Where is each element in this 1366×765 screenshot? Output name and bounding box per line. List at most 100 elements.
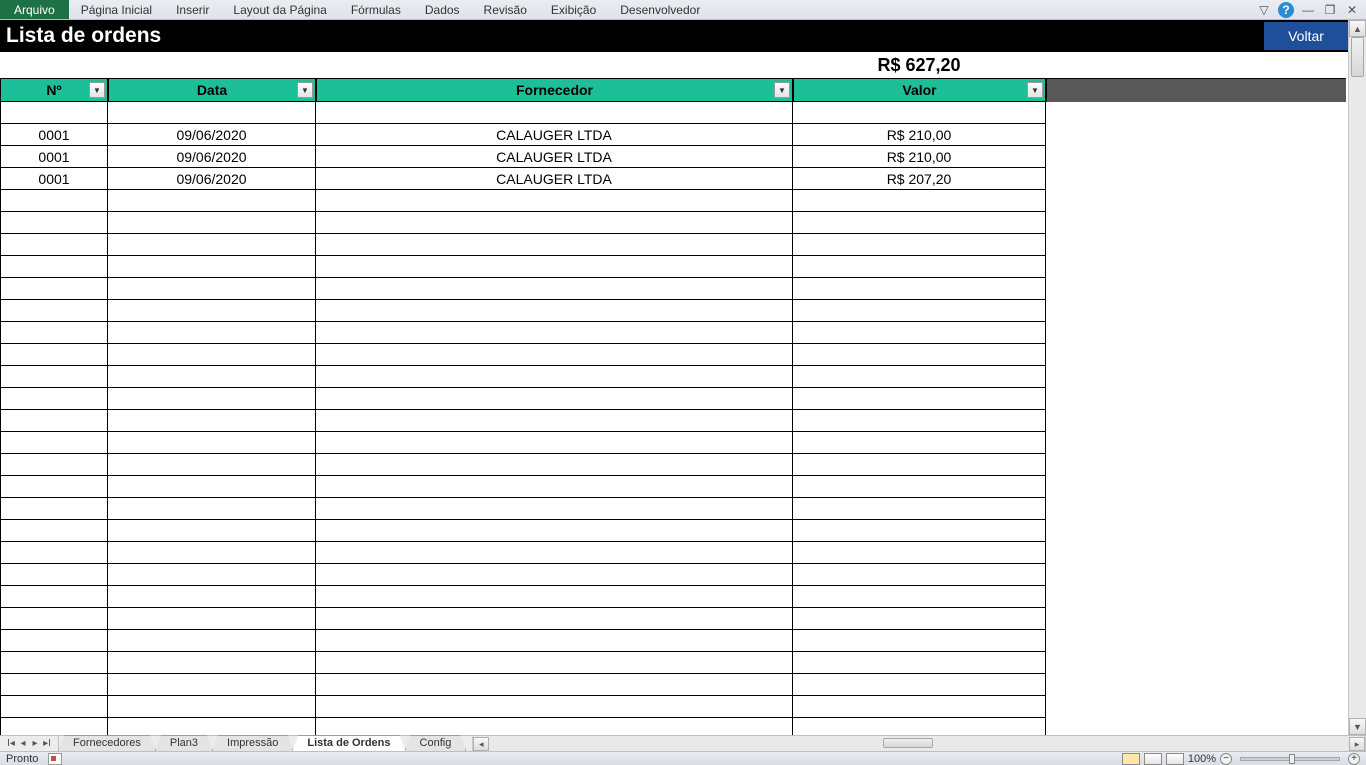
cell[interactable] [108, 278, 316, 300]
cell[interactable]: R$ 210,00 [793, 146, 1046, 168]
cell[interactable] [316, 586, 793, 608]
cell[interactable] [316, 278, 793, 300]
cell[interactable] [793, 630, 1046, 652]
window-close-icon[interactable]: ✕ [1344, 2, 1360, 18]
cell[interactable] [108, 652, 316, 674]
scroll-up-icon[interactable]: ▲ [1349, 20, 1366, 37]
cell[interactable] [316, 476, 793, 498]
cell[interactable] [0, 388, 108, 410]
hscroll-left-icon[interactable]: ◂ [473, 737, 489, 751]
sheet-nav-prev-icon[interactable]: ◂ [18, 738, 28, 749]
menu-review[interactable]: Revisão [472, 0, 539, 19]
window-restore-icon[interactable]: ❐ [1322, 2, 1338, 18]
cell[interactable] [316, 674, 793, 696]
cell[interactable]: 09/06/2020 [108, 146, 316, 168]
cell[interactable] [316, 520, 793, 542]
menu-view[interactable]: Exibição [539, 0, 608, 19]
cell[interactable] [316, 652, 793, 674]
cell[interactable]: CALAUGER LTDA [316, 124, 793, 146]
cell[interactable] [793, 102, 1046, 124]
cell[interactable] [793, 278, 1046, 300]
col-date-filter-icon[interactable]: ▼ [297, 82, 313, 98]
cell[interactable]: 0001 [0, 124, 108, 146]
back-button[interactable]: Voltar [1264, 22, 1348, 50]
col-no-filter-icon[interactable]: ▼ [89, 82, 105, 98]
cell[interactable] [108, 388, 316, 410]
cell[interactable]: 0001 [0, 146, 108, 168]
cell[interactable] [108, 410, 316, 432]
cell[interactable] [316, 102, 793, 124]
cell[interactable] [0, 542, 108, 564]
view-page-layout-icon[interactable] [1144, 753, 1162, 765]
cell[interactable] [793, 586, 1046, 608]
cell[interactable] [316, 190, 793, 212]
hscroll-right-icon[interactable]: ▸ [1349, 737, 1365, 751]
cell[interactable] [108, 432, 316, 454]
cell[interactable] [793, 366, 1046, 388]
col-supplier-header[interactable]: Fornecedor▼ [316, 78, 793, 102]
cell[interactable] [0, 410, 108, 432]
menu-layout[interactable]: Layout da Página [221, 0, 338, 19]
sheet-tab-impressão[interactable]: Impressão [212, 735, 293, 751]
view-page-break-icon[interactable] [1166, 753, 1184, 765]
hscroll-thumb[interactable] [883, 738, 933, 748]
menu-data[interactable]: Dados [413, 0, 472, 19]
cell[interactable] [108, 102, 316, 124]
cell[interactable]: 09/06/2020 [108, 124, 316, 146]
cell[interactable] [108, 344, 316, 366]
scroll-down-icon[interactable]: ▼ [1349, 718, 1366, 735]
cell[interactable] [0, 674, 108, 696]
cell[interactable] [793, 476, 1046, 498]
cell[interactable] [108, 454, 316, 476]
sheet-nav-last-icon[interactable]: ▸I [42, 738, 52, 749]
cell[interactable] [793, 652, 1046, 674]
cell[interactable]: 09/06/2020 [108, 168, 316, 190]
scroll-thumb[interactable] [1351, 37, 1364, 77]
cell[interactable] [108, 674, 316, 696]
cell[interactable] [108, 564, 316, 586]
cell[interactable] [316, 234, 793, 256]
col-value-header[interactable]: Valor▼ [793, 78, 1046, 102]
col-date-header[interactable]: Data▼ [108, 78, 316, 102]
cell[interactable] [108, 234, 316, 256]
cell[interactable] [108, 586, 316, 608]
cell[interactable]: CALAUGER LTDA [316, 146, 793, 168]
cell[interactable] [793, 410, 1046, 432]
cell[interactable] [316, 564, 793, 586]
cell[interactable] [0, 212, 108, 234]
zoom-out-icon[interactable]: − [1220, 753, 1232, 765]
sheet-nav-first-icon[interactable]: I◂ [6, 738, 16, 749]
cell[interactable]: CALAUGER LTDA [316, 168, 793, 190]
cell[interactable] [793, 498, 1046, 520]
menu-home[interactable]: Página Inicial [69, 0, 164, 19]
zoom-slider[interactable] [1240, 757, 1340, 761]
cell[interactable] [316, 212, 793, 234]
cell[interactable] [316, 410, 793, 432]
col-value-filter-icon[interactable]: ▼ [1027, 82, 1043, 98]
cell[interactable] [793, 674, 1046, 696]
cell[interactable] [0, 564, 108, 586]
cell[interactable] [108, 300, 316, 322]
sheet-tab-config[interactable]: Config [405, 735, 467, 751]
cell[interactable] [0, 344, 108, 366]
cell[interactable]: R$ 210,00 [793, 124, 1046, 146]
cell[interactable] [0, 366, 108, 388]
cell[interactable] [316, 498, 793, 520]
help-icon[interactable]: ? [1278, 2, 1294, 18]
cell[interactable] [793, 608, 1046, 630]
cell[interactable] [316, 388, 793, 410]
cell[interactable] [0, 696, 108, 718]
cell[interactable] [108, 476, 316, 498]
cell[interactable] [793, 322, 1046, 344]
cell[interactable] [793, 454, 1046, 476]
cell[interactable] [108, 520, 316, 542]
cell[interactable] [316, 256, 793, 278]
cell[interactable] [0, 190, 108, 212]
ribbon-minimize-icon[interactable]: ▽ [1256, 2, 1272, 18]
cell[interactable] [0, 520, 108, 542]
cell[interactable] [108, 366, 316, 388]
view-normal-icon[interactable] [1122, 753, 1140, 765]
cell[interactable] [316, 344, 793, 366]
cell[interactable] [0, 652, 108, 674]
cell[interactable] [0, 102, 108, 124]
